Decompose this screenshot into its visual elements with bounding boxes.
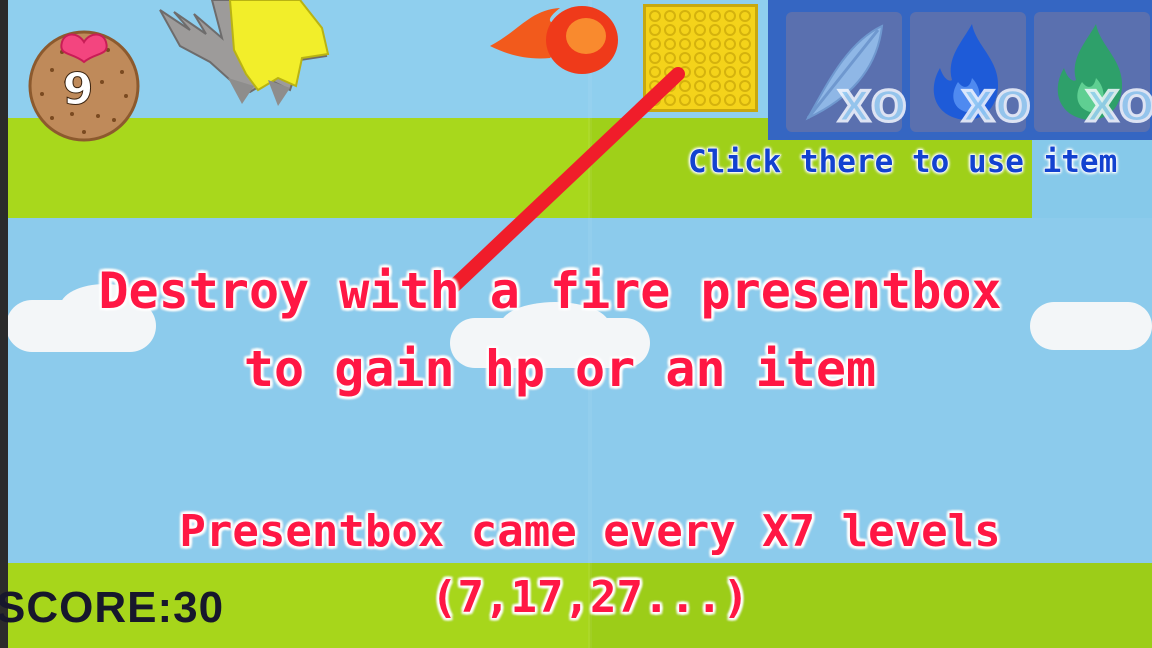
score-display: SCORE:30 (0, 583, 225, 632)
tutorial-line-4: (7,17,27...) (431, 572, 749, 623)
tutorial-line-1: Destroy with a fire presentbox (98, 262, 1002, 320)
game-stage[interactable]: 9 XO XO XO Click there to use item Destr… (0, 0, 1152, 648)
tutorial-line-3: Presentbox came every X7 levels (179, 506, 1001, 557)
tutorial-line-2: to gain hp or an item (243, 340, 877, 398)
